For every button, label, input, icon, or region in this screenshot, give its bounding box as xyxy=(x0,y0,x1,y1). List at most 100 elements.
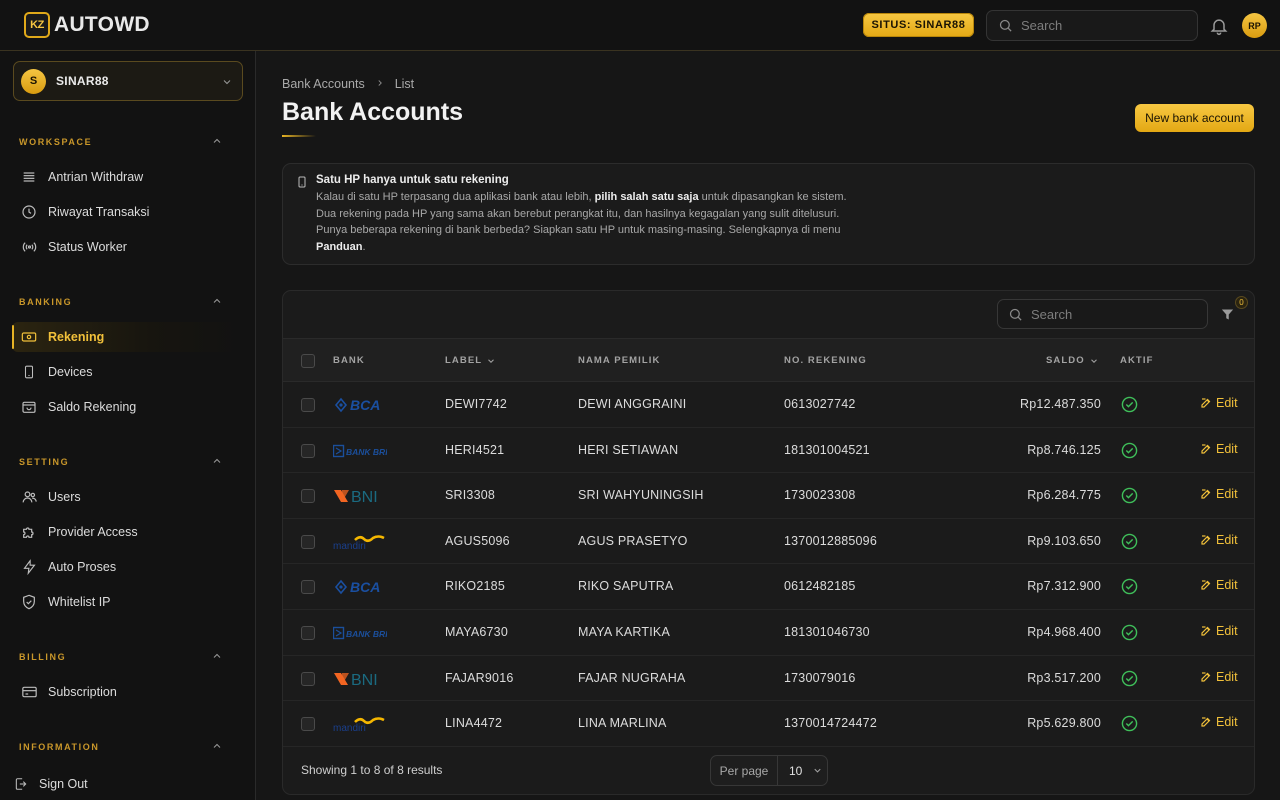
cell-owner: SRI WAHYUNINGSIH xyxy=(578,488,704,503)
edit-button[interactable]: Edit xyxy=(1200,533,1238,547)
search-icon xyxy=(1009,308,1022,321)
sidebar-item-auto-proses[interactable]: Auto Proses xyxy=(12,552,243,582)
user-avatar[interactable]: RP xyxy=(1242,13,1267,38)
cell-label: AGUS5096 xyxy=(445,533,510,548)
cell-owner: AGUS PRASETYO xyxy=(578,533,688,548)
cell-owner: MAYA KARTIKA xyxy=(578,625,671,639)
edit-icon xyxy=(1201,580,1211,590)
edit-icon xyxy=(1201,671,1211,682)
row-checkbox[interactable] xyxy=(301,443,315,458)
users-icon xyxy=(20,488,38,506)
edit-icon xyxy=(1201,489,1211,499)
sidebar-item-users[interactable]: Users xyxy=(12,482,243,512)
sidebar-item-riwayat-transaksi[interactable]: Riwayat Transaksi xyxy=(12,197,243,227)
sidebar-item-subscription[interactable]: Subscription xyxy=(12,677,243,707)
cell-account: 0612482185 xyxy=(784,579,856,594)
column-label: LABEL xyxy=(445,355,483,366)
column-label-sortable[interactable]: LABEL xyxy=(445,355,496,366)
chevron-up-icon[interactable] xyxy=(211,740,223,752)
cell-balance: Rp9.103.650 xyxy=(1027,533,1101,548)
edit-button[interactable]: Edit xyxy=(1200,578,1238,592)
chevron-right-icon xyxy=(375,77,385,91)
per-page-select[interactable]: Per page 10 xyxy=(710,755,828,786)
row-checkbox[interactable] xyxy=(301,580,315,595)
chevron-up-icon[interactable] xyxy=(211,295,223,307)
cell-balance: Rp6.284.775 xyxy=(1027,488,1101,503)
column-label: NAMA PEMILIK xyxy=(578,355,661,366)
cell-account: 1730023308 xyxy=(784,488,856,503)
sidebar-item-whitelist-ip[interactable]: Whitelist IP xyxy=(12,587,243,617)
sidebar-item-rekening[interactable]: Rekening xyxy=(12,322,243,352)
row-checkbox[interactable] xyxy=(301,671,315,686)
chevron-up-icon[interactable] xyxy=(211,135,223,147)
table-search[interactable] xyxy=(997,299,1208,329)
filter-icon[interactable] xyxy=(1220,307,1235,322)
breadcrumb-root[interactable]: Bank Accounts xyxy=(282,77,365,91)
cell-account: 1370014724472 xyxy=(784,716,877,731)
sidebar-item-status-worker[interactable]: Status Worker xyxy=(12,232,243,262)
chevron-up-icon[interactable] xyxy=(211,455,223,467)
chevron-up-icon[interactable] xyxy=(211,650,223,662)
cell-account: 181301046730 xyxy=(784,625,870,639)
results-summary: Showing 1 to 8 of 8 results xyxy=(301,763,443,777)
info-notice: Satu HP hanya untuk satu rekening Kalau … xyxy=(282,163,1255,265)
sidebar-item-devices[interactable]: Devices xyxy=(12,357,243,387)
tenant-name: SINAR88 xyxy=(56,74,109,88)
tenant-switcher[interactable]: S SINAR88 xyxy=(13,61,243,101)
column-bank: BANK xyxy=(333,355,365,366)
sidebar-item-label: Antrian Withdraw xyxy=(48,170,144,184)
row-checkbox[interactable] xyxy=(301,489,315,504)
table-header: BANK LABEL NAMA PEMILIK NO. REKENING SAL… xyxy=(283,338,1254,382)
edit-button[interactable]: Edit xyxy=(1200,715,1238,729)
bell-icon[interactable] xyxy=(1209,16,1229,36)
cell-label: HERI4521 xyxy=(445,442,505,457)
panduan-link[interactable]: Panduan xyxy=(316,241,362,253)
table-row: BCA RIKO2185 RIKO SAPUTRA 0612482185 Rp7.312… xyxy=(283,564,1254,610)
cell-owner: RIKO SAPUTRA xyxy=(578,579,674,594)
row-checkbox[interactable] xyxy=(301,717,315,732)
cell-balance: Rp8.746.125 xyxy=(1027,442,1101,457)
edit-button[interactable]: Edit xyxy=(1200,396,1238,410)
filter-count-badge: 0 xyxy=(1235,296,1248,309)
sidebar-item-antrian-withdraw[interactable]: Antrian Withdraw xyxy=(12,162,243,192)
select-all-checkbox[interactable] xyxy=(301,354,315,368)
cell-owner: DEWI ANGGRAINI xyxy=(578,397,687,411)
edit-button[interactable]: Edit xyxy=(1200,442,1238,456)
cell-owner: LINA MARLINA xyxy=(578,716,667,731)
column-owner: NAMA PEMILIK xyxy=(578,355,661,366)
new-bank-account-button[interactable]: New bank account xyxy=(1135,104,1254,132)
table-search-input[interactable] xyxy=(1031,306,1191,322)
sidebar-item-provider-access[interactable]: Provider Access xyxy=(12,517,243,547)
edit-label: Edit xyxy=(1216,624,1238,638)
edit-button[interactable]: Edit xyxy=(1200,670,1238,684)
edit-label: Edit xyxy=(1216,441,1238,456)
edit-button[interactable]: Edit xyxy=(1200,624,1238,638)
sign-out-button[interactable]: Sign Out xyxy=(14,776,88,792)
edit-icon xyxy=(1201,717,1211,727)
tenant-avatar: S xyxy=(21,68,46,94)
brand-logo[interactable]: KZ AUTOWD xyxy=(24,12,150,38)
column-balance-sortable[interactable]: SALDO xyxy=(1046,355,1099,366)
sidebar-item-saldo-rekening[interactable]: Saldo Rekening xyxy=(12,392,243,422)
chevron-down-icon xyxy=(1090,358,1097,363)
cell-balance: Rp3.517.200 xyxy=(1027,670,1101,685)
svg-text:BNI: BNI xyxy=(351,672,378,688)
cell-balance: Rp5.629.800 xyxy=(1027,716,1101,731)
row-checkbox[interactable] xyxy=(301,534,315,549)
svg-text:mandiri: mandiri xyxy=(333,723,366,733)
row-checkbox[interactable] xyxy=(301,626,315,640)
site-pill[interactable]: SITUS: SINAR88 xyxy=(863,13,974,37)
edit-button[interactable]: Edit xyxy=(1200,487,1238,501)
bank-logo: BANK BRI xyxy=(333,623,387,643)
bank-logo: BNI xyxy=(333,669,387,689)
bank-logo: BNI xyxy=(333,486,387,506)
check-circle-icon xyxy=(1121,533,1138,550)
global-search-input[interactable] xyxy=(1021,18,1181,33)
bank-logo: BANK BRI xyxy=(333,441,387,461)
edit-label: Edit xyxy=(1216,715,1238,730)
global-search[interactable] xyxy=(986,10,1198,41)
cell-account: 1730079016 xyxy=(784,670,856,685)
table-row: mandiri LINA4472 LINA MARLINA 1370014724472… xyxy=(283,701,1254,747)
signal-icon xyxy=(20,238,38,256)
row-checkbox[interactable] xyxy=(301,398,315,412)
